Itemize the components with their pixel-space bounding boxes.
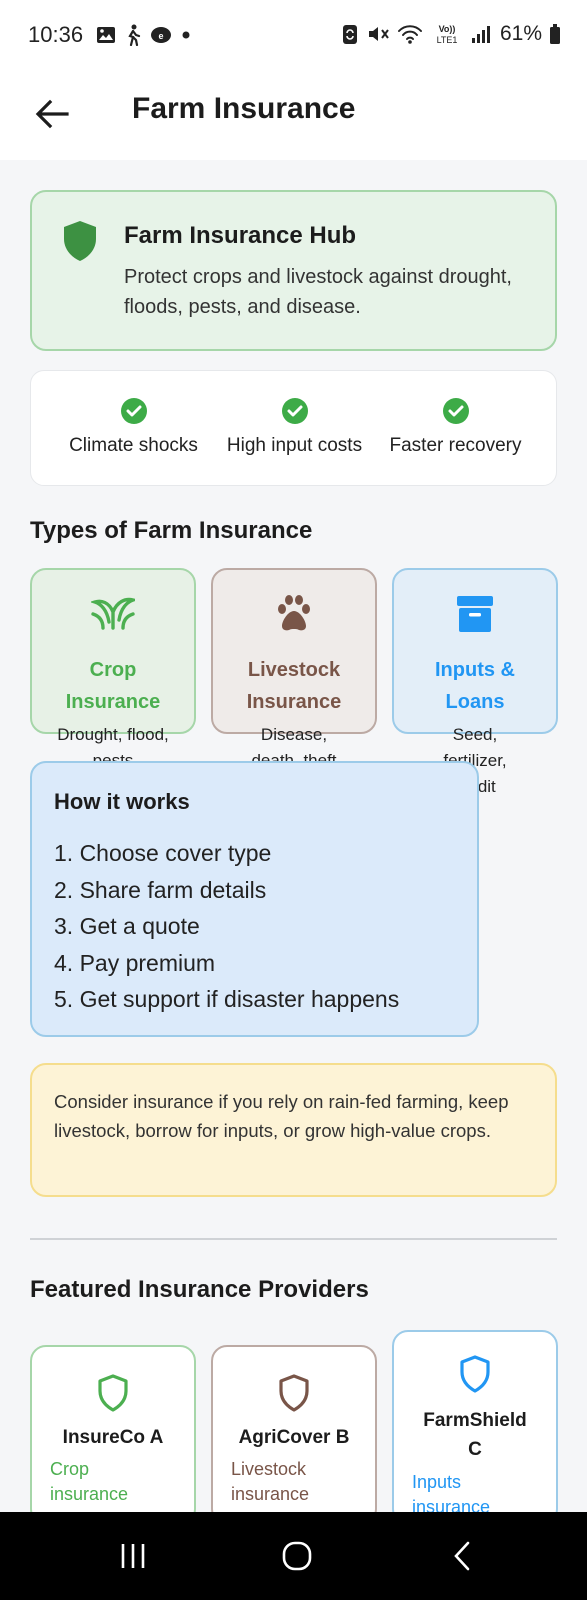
battery-percentage: 61%	[499, 22, 542, 45]
back-button[interactable]	[26, 88, 78, 140]
check-circle-icon	[120, 398, 147, 424]
step-item: 3. Get a quote	[54, 913, 200, 939]
status-time: 10:36	[28, 22, 84, 47]
type-label-line2: Insurance	[246, 691, 342, 713]
types-section-title: Types of Farm Insurance	[30, 517, 313, 544]
type-label-line1: Livestock	[247, 659, 341, 681]
step-item: 4. Pay premium	[54, 949, 216, 976]
walking-person-icon	[128, 24, 141, 46]
provider-card-farmshield-c[interactable]: FarmShield C Inputs insurance	[392, 1330, 558, 1525]
how-it-works-card: How it works 1. Choose cover type 2. Sha…	[30, 761, 479, 1037]
nav-back-button[interactable]	[432, 1534, 492, 1578]
provider-type: Livestock insurance	[231, 1457, 309, 1507]
provider-name-line1: FarmShield	[423, 1410, 527, 1431]
type-label-line1: Crop	[89, 659, 137, 681]
provider-name: FarmShield C	[402, 1406, 548, 1464]
signal-icon	[471, 26, 490, 43]
provider-type-line1: Livestock	[231, 1459, 307, 1479]
type-label-line2: Insurance	[65, 691, 161, 713]
how-it-works-steps: 1. Choose cover type 2. Share farm detai…	[54, 835, 399, 1018]
mute-icon	[368, 27, 389, 41]
hub-card: Farm Insurance Hub Protect crops and liv…	[30, 190, 557, 351]
divider	[30, 1238, 557, 1240]
benefit-high-input-costs: High input costs	[207, 397, 382, 457]
type-desc-line1: Seed,	[452, 725, 498, 744]
provider-name: AgriCover B	[238, 1427, 350, 1448]
status-icons-left: e	[96, 24, 191, 46]
type-label: Inputs & Loans	[394, 654, 556, 718]
image-icon	[97, 27, 115, 43]
step-item: 1. Choose cover type	[54, 840, 272, 866]
type-tile-crop-insurance[interactable]: Crop Insurance	[30, 568, 196, 734]
archive-box-icon	[457, 596, 493, 632]
home-button[interactable]	[267, 1534, 327, 1578]
dot-icon	[182, 31, 190, 39]
type-tile-inputs-loans[interactable]: Inputs & Loans	[392, 568, 558, 734]
provider-type-line1: Inputs	[412, 1472, 462, 1492]
svg-text:LTE1: LTE1	[437, 35, 458, 45]
hub-title: Farm Insurance Hub	[124, 222, 357, 249]
type-label-line2: Loans	[445, 691, 505, 713]
shield-outline-icon	[279, 1374, 309, 1412]
shield-outline-icon	[460, 1355, 490, 1393]
tip-text: Consider insurance if you rely on rain-f…	[54, 1091, 509, 1141]
provider-icon-wrap	[213, 1373, 375, 1413]
provider-name-line2: C	[468, 1439, 482, 1460]
benefit-label: Faster recovery	[389, 435, 522, 456]
arrow-left-icon	[35, 99, 69, 129]
type-icon-wrap	[394, 594, 556, 634]
provider-type-line2: insurance	[50, 1484, 129, 1504]
svg-text:e: e	[158, 31, 163, 41]
how-it-works-title: How it works	[54, 789, 190, 814]
page-title: Farm Insurance	[132, 92, 356, 125]
home-icon	[282, 1541, 312, 1571]
provider-type-line1: Crop	[50, 1459, 90, 1479]
step-item: 5. Get support if disaster happens	[54, 986, 400, 1012]
type-label: Crop Insurance	[32, 654, 194, 718]
hub-description: Protect crops and livestock against drou…	[124, 266, 512, 318]
provider-name: InsureCo A	[62, 1427, 164, 1448]
battery-icon	[550, 24, 560, 44]
benefit-label: High input costs	[226, 435, 363, 456]
tip-card: Consider insurance if you rely on rain-f…	[30, 1063, 557, 1197]
volte-icon: Vo))LTE1	[437, 24, 458, 45]
provider-card-insureco-a[interactable]: InsureCo A Crop insurance	[30, 1345, 196, 1525]
recents-button[interactable]	[103, 1534, 163, 1578]
provider-card-agricover-b[interactable]: AgriCover B Livestock insurance	[211, 1345, 377, 1525]
status-icons-right: Vo)) LTE1 61%	[341, 22, 561, 46]
benefits-card: Climate shocks High input costs Faster r…	[30, 370, 557, 486]
type-tile-livestock-insurance[interactable]: Livestock Insurance	[211, 568, 377, 734]
system-nav-bar	[0, 1512, 587, 1600]
sprout-icon	[91, 597, 135, 630]
sync-icon	[342, 25, 357, 44]
check-circle-icon	[442, 398, 469, 424]
benefit-faster-recovery: Faster recovery	[368, 397, 543, 457]
type-label: Livestock Insurance	[213, 654, 375, 718]
provider-icon-wrap	[32, 1373, 194, 1413]
nav-back-icon	[454, 1541, 470, 1571]
provider-type-line2: insurance	[231, 1484, 310, 1504]
app-bar: Farm Insurance	[0, 70, 587, 160]
shield-icon	[64, 221, 96, 261]
wifi-icon	[397, 25, 422, 44]
benefit-label: Climate shocks	[69, 435, 198, 456]
providers-section-title: Featured Insurance Providers	[30, 1276, 369, 1303]
status-bar: 10:36 e Vo)) LTE1 61%	[0, 0, 587, 70]
type-icon-wrap	[32, 594, 194, 630]
messaging-app-icon: e	[151, 27, 171, 43]
provider-icon-wrap	[394, 1354, 556, 1394]
recents-icon	[121, 1544, 145, 1568]
provider-type: Crop insurance	[50, 1457, 128, 1507]
type-icon-wrap	[213, 594, 375, 634]
shield-outline-icon	[98, 1374, 128, 1412]
benefit-climate-shocks: Climate shocks	[46, 397, 221, 457]
paw-icon	[278, 595, 310, 631]
step-item: 2. Share farm details	[54, 876, 267, 903]
check-circle-icon	[281, 398, 308, 424]
type-label-line1: Inputs &	[435, 659, 515, 681]
type-desc-line1: Drought, flood,	[57, 725, 169, 744]
type-desc-line1: Disease,	[260, 725, 328, 744]
svg-text:Vo)): Vo))	[439, 24, 456, 34]
